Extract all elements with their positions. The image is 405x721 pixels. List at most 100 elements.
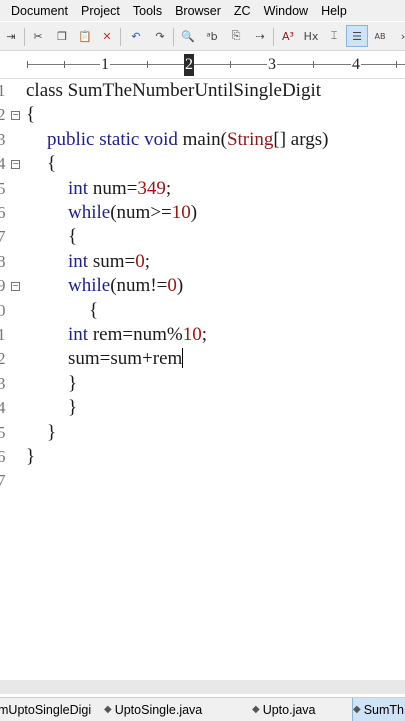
code-keyword: public static void [47,128,183,150]
ruler-tick [230,61,231,68]
tab-label: UptoSingle.java [114,702,203,717]
code-text: ) [190,202,198,223]
spell-check-icon[interactable]: AB [369,25,391,47]
tab-upto[interactable]: ◆ Upto.java [252,698,347,721]
code-text: ; [165,177,172,199]
undo-icon[interactable]: ↶ [125,25,147,47]
code-text: num= [92,177,138,199]
code-line[interactable]: class SumTheNumberUntilSingleDigit [26,80,321,102]
tab-label: SumTh [363,702,404,717]
code-number: 0 [167,275,177,297]
code-line[interactable]: public static void main(String[] args) [47,129,328,151]
ruler-tick [313,61,314,68]
tab-upto-single[interactable]: ◆ UptoSingle.java [104,698,244,721]
indent-icon[interactable]: ⇥ [0,25,22,47]
tab-label: mUptoSingleDigi [0,702,92,717]
menu-bar: Document Project Tools Browser ZC Window… [0,0,405,21]
code-text: main( [182,128,227,150]
code-number: 10 [171,202,191,223]
code-line[interactable]: { [26,104,35,126]
code-line[interactable]: { [47,153,56,175]
delete-icon[interactable]: ✕ [96,25,118,47]
replace-icon[interactable]: ᵃb [201,25,223,47]
code-text: sum= [92,250,136,272]
code-line[interactable]: } [47,422,56,444]
code-keyword: while [68,202,111,223]
code-line[interactable]: sum=sum+rem [68,348,184,370]
code-line[interactable]: int rem=num%10; [68,324,207,346]
ruler-line [27,64,405,65]
code-text: } [68,397,78,419]
code-line[interactable]: } [26,446,35,468]
menu-tools[interactable]: Tools [133,4,162,18]
ruler-mark-1: 1 [100,56,110,74]
redo-icon[interactable]: ↷ [149,25,171,47]
code-text: ; [144,250,150,272]
code-line[interactable]: int sum=0; [68,251,150,273]
toolbar-overflow-icon[interactable]: › [392,25,405,47]
code-text: ; [201,324,207,345]
find-icon[interactable]: 🔍 [177,25,199,47]
menu-window[interactable]: Window [264,4,308,18]
code-keyword: int [68,324,93,345]
column-mode-icon[interactable]: ⌶ [323,25,345,47]
toolbar-separator [173,28,174,46]
code-line[interactable]: } [68,373,77,395]
hex-icon[interactable]: Hx [300,25,322,47]
code-text: ) [176,275,184,297]
code-line[interactable]: while(num>=10) [68,202,197,224]
code-type: String [226,128,274,150]
ruler-tick [147,61,148,68]
tab-sum-upto-single-digit[interactable]: mUptoSingleDigi [0,698,102,721]
word-wrap-icon[interactable]: ☰ [346,25,368,47]
code-line[interactable]: { [89,300,98,322]
menu-help[interactable]: Help [321,4,347,18]
document-tabs: mUptoSingleDigi ◆ UptoSingle.java ◆ Upto… [0,697,405,721]
code-text: { [47,153,57,175]
code-number: 10 [182,324,202,345]
code-editor[interactable]: class SumTheNumberUntilSingleDigit{publi… [0,79,405,679]
menu-project[interactable]: Project [81,4,120,18]
code-text: (num!= [110,275,168,297]
goto-line-icon[interactable]: ⇢ [249,25,271,47]
copy-icon[interactable]: ❐ [51,25,73,47]
ruler-cursor: 2 [184,54,194,76]
code-number: 349 [137,177,166,199]
toolbar-separator [24,28,25,46]
ruler-tick [396,61,397,68]
toolbar: ⇥ ✂ ❐ 📋 ✕ ↶ ↷ 🔍 ᵃb ⎘ ⇢ A³ Hx ⌶ ☰ AB › [0,22,405,51]
font-size-icon[interactable]: A³ [277,25,299,47]
paste-icon[interactable]: 📋 [74,25,96,47]
toolbar-separator [273,28,274,46]
code-keyword: int [68,177,93,199]
code-text: } [47,421,57,443]
menu-document[interactable]: Document [11,4,68,18]
code-text: sum=sum+rem [68,348,183,370]
find-in-files-icon[interactable]: ⎘ [225,25,247,47]
horizontal-scrollbar[interactable] [0,680,405,694]
menu-browser[interactable]: Browser [175,4,221,18]
code-text: (num>= [110,202,172,223]
ruler-mark-3: 3 [267,56,277,74]
code-text: { [26,104,36,126]
code-number: 0 [135,250,145,272]
code-text: } [68,372,78,394]
code-text: rem=num% [92,324,183,345]
code-keyword: int [68,250,93,272]
code-text: { [68,226,78,248]
code-line[interactable]: int num=349; [68,178,171,200]
code-text: } [26,446,36,467]
code-keyword: while [68,275,111,297]
ruler-mark-4: 4 [351,56,361,74]
file-icon: ◆ [353,704,361,715]
text-caret [182,348,184,369]
tab-sum-the-number[interactable]: ◆ SumTh [352,698,405,721]
code-line[interactable]: } [68,397,77,419]
ruler-tick [64,61,65,68]
code-text: { [89,299,99,321]
ruler: 1 2 3 4 [0,52,405,79]
code-line[interactable]: { [68,226,77,248]
cut-icon[interactable]: ✂ [27,25,49,47]
menu-zc[interactable]: ZC [234,4,251,18]
code-line[interactable]: while(num!=0) [68,275,183,297]
